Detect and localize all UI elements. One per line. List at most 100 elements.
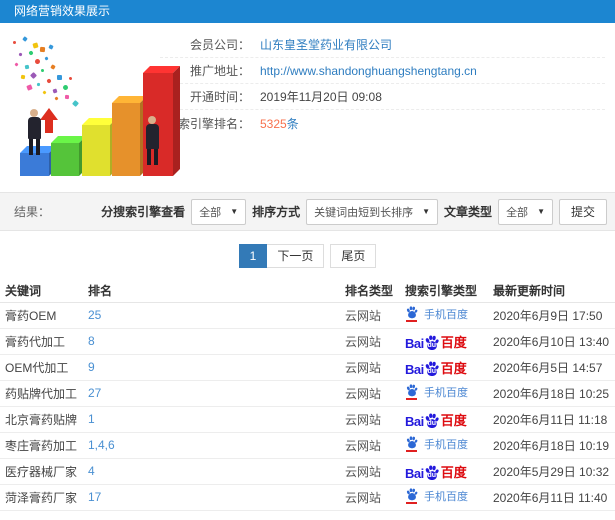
table-row: 膏药代加工 8 云网站 Bai du 百度 2020年6月10日 13:40	[0, 328, 615, 355]
mobile-baidu-paw-icon	[405, 305, 419, 322]
results-table-body: 膏药OEM 25 云网站 手机百度 2020年6月9日 17:50 膏药代加工 …	[0, 302, 615, 511]
engine-cell: Bai du 百度	[405, 328, 493, 355]
baidu-paw-icon: du	[424, 360, 440, 377]
filter-bar: 结果： 分搜索引擎查看 全部 ▼ 排序方式 关键词由短到长排序 ▼ 文章类型 全…	[0, 192, 615, 231]
illustration-bar-orange	[112, 103, 140, 176]
info-row-company: 会员公司： 山东皇圣堂药业有限公司	[160, 32, 605, 58]
updated-cell: 2020年6月18日 10:25	[493, 380, 615, 407]
red-underline	[406, 397, 417, 400]
rank-type-cell: 云网站	[345, 354, 405, 381]
keyword-cell: 膏药代加工	[0, 328, 88, 355]
keyword-cell: 药贴牌代加工	[0, 380, 88, 407]
updated-cell: 2020年6月11日 11:18	[493, 406, 615, 433]
last-page-button[interactable]: 尾页	[330, 244, 377, 268]
chevron-down-icon: ▼	[230, 207, 239, 216]
company-name-link[interactable]: 山东皇圣堂药业有限公司	[260, 36, 392, 53]
up-arrow-icon	[40, 108, 58, 133]
mobile-baidu-paw-icon	[405, 383, 419, 400]
keyword-cell: 北京膏药贴牌	[0, 406, 88, 433]
table-row: 药贴牌代加工 27 云网站 手机百度 2020年6月18日 10:25	[0, 380, 615, 407]
rank-link[interactable]: 25	[88, 302, 345, 329]
page-button-current[interactable]: 1	[238, 244, 268, 268]
mobile-baidu-badge: 手机百度	[405, 305, 468, 322]
engine-filter-select[interactable]: 全部 ▼	[191, 198, 247, 225]
mobile-baidu-badge: 手机百度	[405, 383, 468, 400]
rank-type-cell: 云网站	[345, 458, 405, 485]
keyword-cell: 医疗器械厂家	[0, 458, 88, 485]
rank-link[interactable]: 8	[88, 328, 345, 355]
results-table: 关键词 排名 排名类型 搜索引擎类型 最新更新时间 膏药OEM 25 云网站 手…	[0, 280, 615, 511]
updated-cell: 2020年6月5日 14:57	[493, 354, 615, 381]
red-underline	[406, 449, 417, 452]
info-row-url: 推广地址： http://www.shandonghuangshengtang.…	[160, 58, 605, 84]
engine-cell: 手机百度	[405, 484, 493, 511]
table-row: 菏泽膏药厂家 17 云网站 手机百度 2020年6月11日 11:40	[0, 484, 615, 511]
col-header-rank: 排名	[88, 280, 345, 303]
chevron-down-icon: ▼	[537, 207, 545, 216]
keyword-cell: OEM代加工	[0, 354, 88, 381]
engine-rank-count: 5325	[260, 116, 287, 131]
table-row: 枣庄膏药加工 1,4,6 云网站 手机百度 2020年6月18日 10:19	[0, 432, 615, 459]
red-underline	[406, 501, 417, 504]
red-underline	[406, 319, 417, 322]
next-page-button[interactable]: 下一页	[267, 244, 325, 268]
illustration-bar-yellow	[82, 125, 110, 176]
updated-cell: 2020年6月11日 11:40	[493, 484, 615, 511]
promotion-url-link[interactable]: http://www.shandonghuangshengtang.cn	[260, 64, 477, 78]
table-row: 医疗器械厂家 4 云网站 Bai du 百度 2020年5月29日 10:32	[0, 458, 615, 485]
open-time-value: 2019年11月20日 09:08	[260, 90, 382, 104]
keyword-cell: 膏药OEM	[0, 302, 88, 329]
sort-select[interactable]: 关键词由短到长排序 ▼	[306, 198, 439, 225]
rank-link[interactable]: 9	[88, 354, 345, 381]
sort-value: 关键词由短到长排序	[314, 206, 414, 219]
rank-link[interactable]: 4	[88, 458, 345, 485]
rank-type-cell: 云网站	[345, 484, 405, 511]
company-info-section: 会员公司： 山东皇圣堂药业有限公司 推广地址： http://www.shand…	[0, 23, 615, 192]
col-header-rank-type: 排名类型	[345, 280, 405, 303]
updated-cell: 2020年6月9日 17:50	[493, 302, 615, 329]
mobile-baidu-badge: 手机百度	[405, 487, 468, 504]
col-header-keyword: 关键词	[0, 280, 88, 303]
engine-cell: Bai du 百度	[405, 458, 493, 485]
page-title: 网络营销效果展示	[14, 4, 111, 18]
rank-link[interactable]: 1	[88, 406, 345, 433]
info-row-open-time: 开通时间： 2019年11月20日 09:08	[160, 84, 605, 110]
rank-link[interactable]: 1,4,6	[88, 432, 345, 459]
mobile-baidu-paw-icon	[405, 487, 419, 504]
engine-cell: 手机百度	[405, 432, 493, 459]
engine-cell: 手机百度	[405, 302, 493, 329]
mobile-baidu-badge: 手机百度	[405, 435, 468, 452]
baidu-paw-icon: du	[424, 464, 440, 481]
pagination: 1 下一页 尾页	[0, 231, 615, 280]
baidu-paw-icon: du	[424, 412, 440, 429]
baidu-logo: Bai du 百度	[405, 334, 467, 351]
info-row-engine-rank: 搜索引擎排名： 5325条	[160, 110, 605, 136]
result-label: 结果：	[14, 205, 51, 219]
engine-rank-unit: 条	[286, 116, 299, 131]
baidu-logo: Bai du 百度	[405, 360, 467, 377]
filter-controls: 分搜索引擎查看 全部 ▼ 排序方式 关键词由短到长排序 ▼ 文章类型 全部 ▼ …	[101, 198, 607, 225]
rank-type-cell: 云网站	[345, 432, 405, 459]
keyword-cell: 枣庄膏药加工	[0, 432, 88, 459]
engine-filter-value: 全部	[199, 206, 222, 219]
mobile-baidu-paw-icon	[405, 435, 419, 452]
rank-type-cell: 云网站	[345, 406, 405, 433]
table-header-row: 关键词 排名 排名类型 搜索引擎类型 最新更新时间	[0, 280, 615, 303]
rank-link[interactable]: 17	[88, 484, 345, 511]
updated-cell: 2020年6月10日 13:40	[493, 328, 615, 355]
article-type-select[interactable]: 全部 ▼	[498, 198, 553, 225]
page-header-bar: 网络营销效果展示	[0, 0, 615, 23]
table-row: 膏药OEM 25 云网站 手机百度 2020年6月9日 17:50	[0, 302, 615, 329]
table-row: OEM代加工 9 云网站 Bai du 百度 2020年6月5日 14:57	[0, 354, 615, 381]
baidu-logo: Bai du 百度	[405, 412, 467, 429]
article-type-value: 全部	[506, 206, 529, 219]
engine-cell: 手机百度	[405, 380, 493, 407]
col-header-engine-type: 搜索引擎类型	[405, 280, 493, 303]
rank-link[interactable]: 27	[88, 380, 345, 407]
updated-cell: 2020年6月18日 10:19	[493, 432, 615, 459]
submit-button[interactable]: 提交	[558, 198, 607, 225]
rank-type-cell: 云网站	[345, 380, 405, 407]
updated-cell: 2020年5月29日 10:32	[493, 458, 615, 485]
bar-chart-illustration	[5, 31, 185, 183]
rank-type-cell: 云网站	[345, 302, 405, 329]
